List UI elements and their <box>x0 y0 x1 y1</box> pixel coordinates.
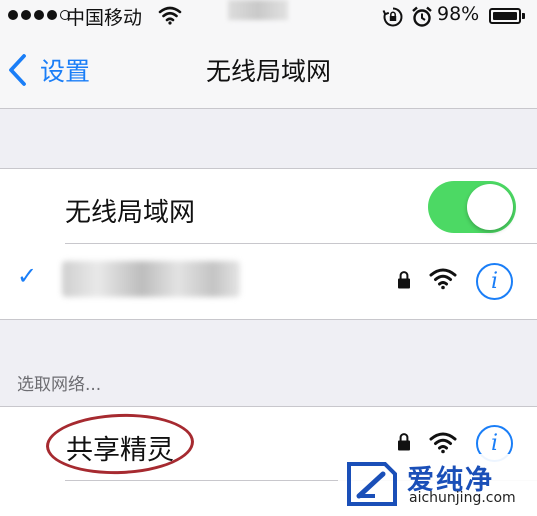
battery-level-fill <box>493 12 517 20</box>
wifi-icon <box>429 432 457 454</box>
wifi-toggle-label: 无线局域网 <box>65 198 196 228</box>
connected-network-name-redacted[interactable] <box>62 261 240 297</box>
carrier-name: 中国移动 <box>66 7 143 29</box>
checkmark-icon: ✓ <box>17 262 38 290</box>
toggle-knob <box>467 184 513 230</box>
battery-icon <box>489 8 521 24</box>
wifi-toggle[interactable] <box>428 181 516 233</box>
back-chevron-icon[interactable] <box>6 52 30 88</box>
wifi-icon <box>429 268 457 290</box>
watermark-logo-icon <box>347 462 397 506</box>
orientation-lock-icon <box>382 7 403 27</box>
section-header: 选取网络... <box>17 375 102 395</box>
watermark-url: aichunjing.com <box>409 490 516 506</box>
alarm-icon <box>412 6 432 27</box>
status-wifi-icon <box>158 6 182 25</box>
back-button[interactable]: 设置 <box>40 52 90 88</box>
separator <box>65 243 537 244</box>
info-icon[interactable]: i <box>476 263 513 300</box>
lock-icon <box>398 433 410 451</box>
battery-tip <box>522 13 525 19</box>
battery-percent: 98% <box>437 3 480 25</box>
blurred-time <box>228 0 288 20</box>
lock-icon <box>398 271 410 289</box>
signal-dots-icon <box>8 10 70 20</box>
page-title: 无线局域网 <box>205 57 331 86</box>
